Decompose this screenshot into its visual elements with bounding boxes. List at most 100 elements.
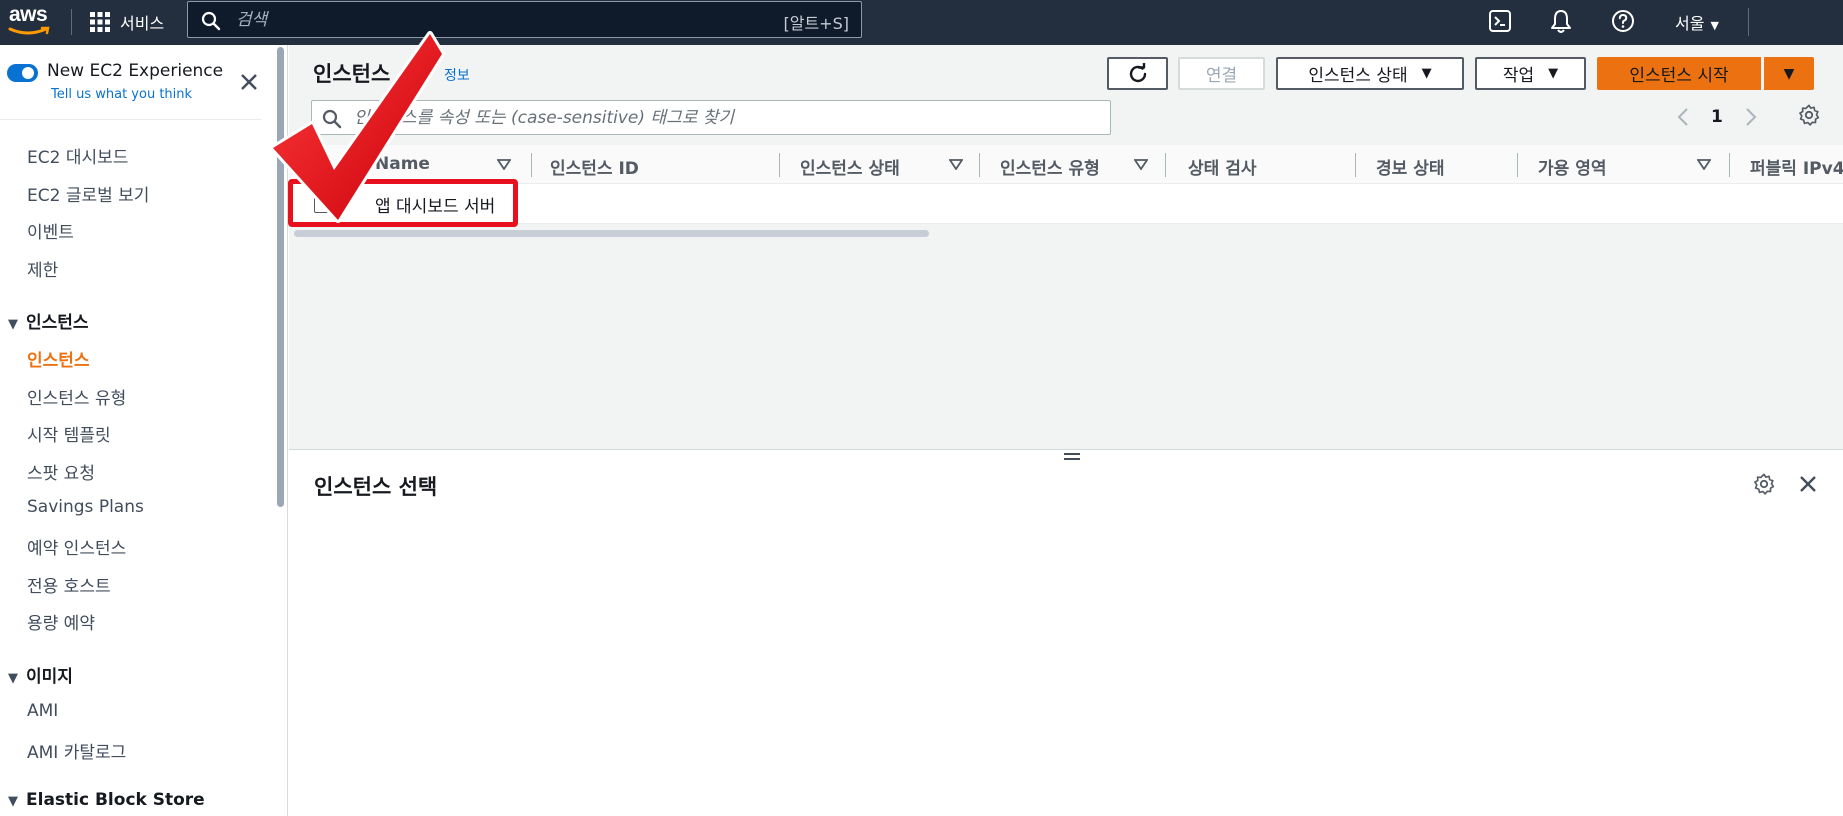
select-all-checkbox[interactable] bbox=[314, 156, 330, 172]
connect-button[interactable]: 연결 bbox=[1178, 57, 1265, 90]
panel-resize-handle[interactable] bbox=[1064, 453, 1080, 463]
info-link[interactable]: 정보 bbox=[444, 65, 470, 85]
search-shortcut-hint: [알트+S] bbox=[783, 14, 850, 33]
instance-state-label: 인스턴스 상태 bbox=[1308, 66, 1408, 86]
top-navigation-bar: aws 서비스 [알트+S] bbox=[0, 0, 1843, 45]
table-horizontal-scrollbar[interactable] bbox=[294, 230, 929, 237]
nav-divider bbox=[71, 9, 72, 35]
column-divider bbox=[1165, 153, 1166, 177]
aws-smile-icon bbox=[8, 26, 50, 35]
chevron-left-icon[interactable] bbox=[1677, 107, 1689, 127]
sidebar-item-ami-catalog[interactable]: AMI 카탈로그 bbox=[27, 738, 126, 763]
aws-logo[interactable]: aws bbox=[6, 2, 64, 40]
refresh-button[interactable] bbox=[1107, 57, 1168, 90]
caret-down-icon: ▼ bbox=[8, 317, 18, 332]
instance-state-dropdown[interactable]: 인스턴스 상태 ▼ bbox=[1276, 57, 1464, 90]
sidebar-item-global-view[interactable]: EC2 글로벌 보기 bbox=[27, 181, 149, 206]
column-divider bbox=[779, 153, 780, 177]
sidebar-item-reserved-instances[interactable]: 예약 인스턴스 bbox=[27, 534, 126, 559]
aws-logo-text: aws bbox=[9, 3, 48, 26]
global-search-input[interactable] bbox=[234, 4, 754, 35]
column-header-alarm-status[interactable]: 경보 상태 bbox=[1376, 154, 1444, 179]
current-page-number[interactable]: 1 bbox=[1711, 107, 1723, 127]
toggle-knob bbox=[22, 67, 34, 79]
column-header-instance-type[interactable]: 인스턴스 유형 bbox=[1000, 154, 1100, 179]
caret-down-icon: ▼ bbox=[8, 794, 18, 809]
services-menu-button[interactable]: 서비스 bbox=[90, 9, 164, 35]
search-icon bbox=[322, 109, 342, 129]
region-selector[interactable]: 서울 ▼ bbox=[1675, 10, 1719, 34]
sidebar-item-spot-requests[interactable]: 스팟 요청 bbox=[27, 459, 95, 484]
nav-divider bbox=[1748, 8, 1749, 36]
global-search[interactable]: [알트+S] bbox=[187, 1, 862, 38]
sidebar-item-ami[interactable]: AMI bbox=[27, 701, 58, 721]
refresh-icon bbox=[1129, 62, 1146, 82]
sidebar-item-savings-plans[interactable]: Savings Plans bbox=[27, 497, 144, 517]
sidebar-scrollbar[interactable] bbox=[277, 47, 284, 507]
gear-icon[interactable] bbox=[1753, 473, 1775, 495]
close-icon[interactable] bbox=[240, 73, 258, 91]
column-header-name[interactable]: Name bbox=[375, 154, 430, 174]
instance-filter[interactable] bbox=[311, 100, 1111, 135]
search-icon bbox=[201, 11, 221, 31]
column-divider bbox=[1729, 153, 1730, 177]
instances-list-panel: 인스턴스 정보 연결 인스턴스 상태 ▼ 작업 ▼ 인스턴스 시작 ▼ 인스턴스… bbox=[289, 45, 1843, 450]
column-divider bbox=[1355, 153, 1356, 177]
sidebar-item-launch-templates[interactable]: 시작 템플릿 bbox=[27, 421, 111, 446]
sidebar-item-dedicated-hosts[interactable]: 전용 호스트 bbox=[27, 572, 111, 597]
grid-icon bbox=[90, 12, 110, 32]
instances-table: Name 인스턴스 ID 인스턴스 상태 인스턴스 유형 상태 검사 경보 상태… bbox=[289, 145, 1843, 271]
section-title: Elastic Block Store bbox=[26, 790, 205, 810]
cloudshell-icon[interactable] bbox=[1488, 9, 1512, 33]
chevron-down-icon: ▼ bbox=[1710, 19, 1719, 32]
row-checkbox[interactable] bbox=[314, 197, 330, 213]
caret-down-icon: ▼ bbox=[1783, 65, 1795, 82]
sort-icon[interactable] bbox=[497, 159, 511, 170]
splitter-line bbox=[1064, 458, 1080, 460]
instance-filter-input[interactable] bbox=[352, 103, 1092, 132]
close-icon[interactable] bbox=[1799, 475, 1817, 493]
main-content: 인스턴스 정보 연결 인스턴스 상태 ▼ 작업 ▼ 인스턴스 시작 ▼ 인스턴스… bbox=[289, 45, 1843, 816]
instance-name-cell: 앱 대시보드 서버 bbox=[375, 197, 496, 217]
sidebar-item-ec2-dashboard[interactable]: EC2 대시보드 bbox=[27, 143, 128, 168]
table-row[interactable]: 앱 대시보드 서버 bbox=[289, 184, 1843, 224]
sidebar-item-capacity-reservations[interactable]: 용량 예약 bbox=[27, 609, 95, 634]
sidebar-item-instance-types[interactable]: 인스턴스 유형 bbox=[27, 384, 126, 409]
sort-icon[interactable] bbox=[1134, 159, 1148, 170]
pagination: 1 bbox=[1677, 103, 1757, 131]
page-title: 인스턴스 bbox=[313, 62, 391, 86]
notifications-bell-icon[interactable] bbox=[1549, 9, 1573, 35]
gear-icon[interactable] bbox=[1798, 104, 1820, 126]
sidebar-item-limits[interactable]: 제한 bbox=[27, 256, 58, 281]
launch-instances-button[interactable]: 인스턴스 시작 bbox=[1597, 57, 1761, 90]
column-header-status-check[interactable]: 상태 검사 bbox=[1188, 154, 1256, 179]
column-header-availability-zone[interactable]: 가용 영역 bbox=[1538, 154, 1606, 179]
column-header-public-ipv4[interactable]: 퍼블릭 IPv4 bbox=[1750, 154, 1843, 179]
sidebar-navigation: New EC2 Experience Tell us what you thin… bbox=[0, 45, 288, 816]
sidebar-section-images[interactable]: ▼ 이미지 bbox=[0, 662, 73, 687]
services-label: 서비스 bbox=[120, 14, 165, 33]
details-panel-title: 인스턴스 선택 bbox=[314, 475, 438, 499]
sidebar-item-instances[interactable]: 인스턴스 bbox=[27, 346, 90, 371]
sort-icon[interactable] bbox=[1697, 159, 1711, 170]
new-experience-toggle[interactable] bbox=[7, 64, 38, 82]
table-header: Name 인스턴스 ID 인스턴스 상태 인스턴스 유형 상태 검사 경보 상태… bbox=[289, 145, 1843, 184]
section-title: 인스턴스 bbox=[26, 313, 89, 333]
section-title: 이미지 bbox=[26, 667, 73, 687]
caret-down-icon: ▼ bbox=[8, 671, 18, 686]
sort-icon[interactable] bbox=[949, 159, 963, 170]
chevron-right-icon[interactable] bbox=[1745, 107, 1757, 127]
column-header-instance-state[interactable]: 인스턴스 상태 bbox=[800, 154, 900, 179]
launch-options-dropdown[interactable]: ▼ bbox=[1764, 57, 1814, 90]
column-header-instance-id[interactable]: 인스턴스 ID bbox=[550, 154, 639, 179]
sidebar-divider bbox=[0, 119, 262, 120]
help-icon[interactable] bbox=[1611, 9, 1635, 33]
actions-dropdown[interactable]: 작업 ▼ bbox=[1475, 57, 1586, 90]
sidebar-item-events[interactable]: 이벤트 bbox=[27, 218, 74, 243]
column-divider bbox=[1517, 153, 1518, 177]
sidebar-section-elastic-block-store[interactable]: ▼ Elastic Block Store bbox=[0, 790, 205, 810]
column-divider bbox=[979, 153, 980, 177]
actions-label: 작업 bbox=[1502, 66, 1535, 86]
feedback-link[interactable]: Tell us what you think bbox=[51, 87, 192, 102]
sidebar-section-instances[interactable]: ▼ 인스턴스 bbox=[0, 308, 89, 333]
